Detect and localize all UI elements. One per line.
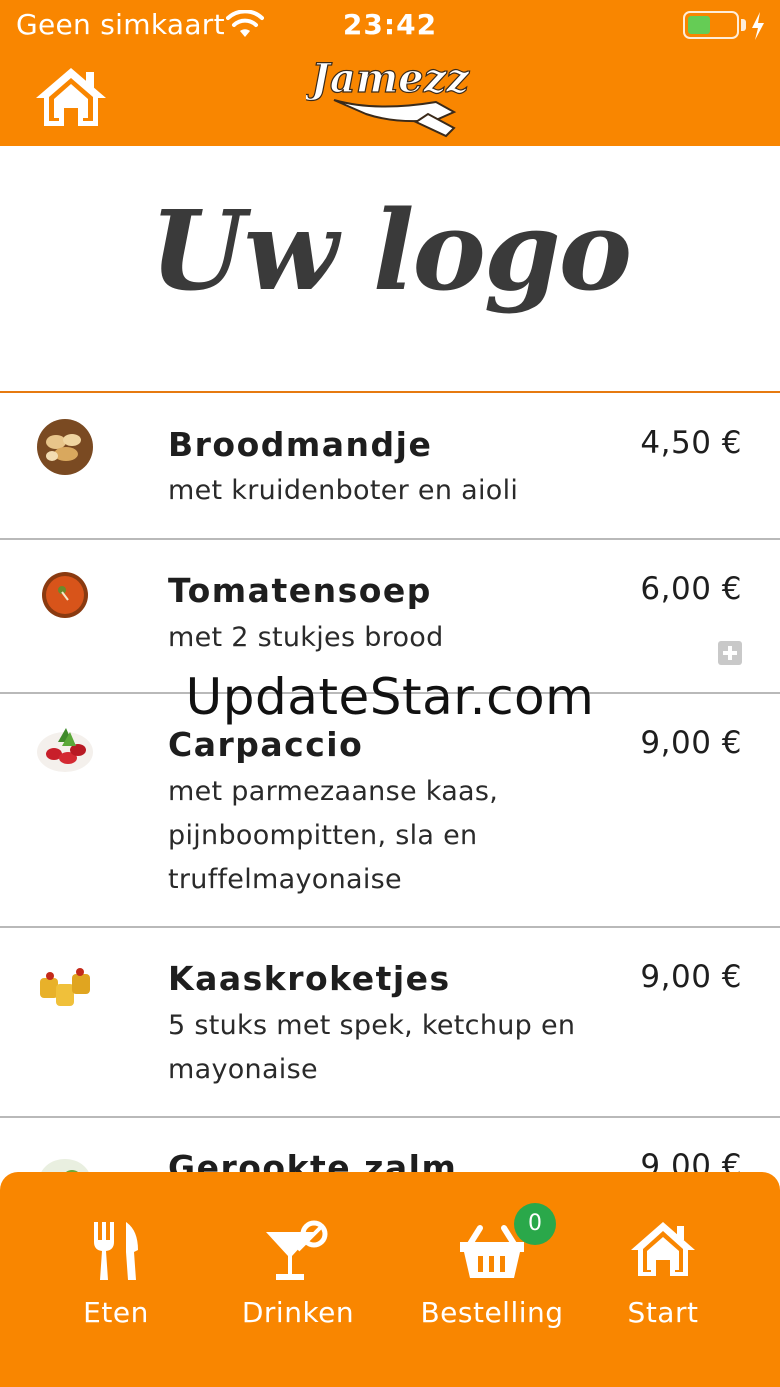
bread-basket-image [37, 419, 93, 475]
item-price: 4,50 € [640, 425, 742, 461]
tab-start[interactable]: Start [612, 1220, 714, 1330]
item-price: 6,00 € [640, 571, 742, 607]
watermark: UpdateStar.com [185, 668, 595, 726]
fork-knife-icon [94, 1222, 138, 1280]
tab-label: Bestelling [420, 1296, 564, 1329]
home-icon [631, 1222, 695, 1276]
cheese-croquettes-image [40, 968, 90, 1006]
item-description: 5 stuks met spek, ketchup en mayonaise [168, 1010, 576, 1085]
tab-label: Eten [83, 1296, 149, 1329]
item-name: Gerookte zalm [168, 1148, 458, 1173]
menu-list[interactable]: Broodmandje met kruidenboter en aioli 4,… [0, 393, 780, 1173]
item-price: 9,00 € [640, 725, 742, 761]
menu-item[interactable]: Broodmandje met kruidenboter en aioli 4,… [0, 393, 780, 540]
tab-eten[interactable]: Eten [55, 1220, 177, 1330]
item-description: met 2 stukjes brood [168, 622, 444, 653]
battery-cap [741, 19, 746, 31]
item-name: Broodmandje [168, 425, 433, 464]
charging-bolt-icon [752, 12, 764, 40]
menu-item[interactable]: Carpaccio met parmezaanse kaas, pijnboom… [0, 694, 780, 928]
svg-text:Jamezz: Jamezz [306, 55, 470, 102]
restaurant-logo-area: Uw logo [0, 146, 780, 392]
item-description: met kruidenboter en aioli [168, 475, 519, 506]
bottom-tab-bar: Eten Drinken Bestelling Start [0, 1172, 780, 1387]
item-name: Tomatensoep [168, 571, 432, 610]
tab-label: Drinken [241, 1296, 355, 1329]
tab-drinken[interactable]: Drinken [236, 1220, 360, 1330]
app-header: Geen simkaart 23:42 Jamezz [0, 0, 780, 146]
add-options-button[interactable] [718, 641, 742, 665]
tomato-soup-image [42, 572, 88, 618]
cocktail-icon [266, 1220, 328, 1280]
menu-item[interactable]: Kaaskroketjes 5 stuks met spek, ketchup … [0, 928, 780, 1118]
smoked-salmon-image [40, 1159, 90, 1173]
carpaccio-image [37, 728, 93, 772]
clock: 23:42 [342, 8, 438, 41]
home-button[interactable] [34, 66, 108, 128]
menu-item[interactable]: Gerookte zalm 9,00 € [0, 1118, 780, 1173]
item-price: 9,00 € [640, 959, 742, 995]
item-name: Carpaccio [168, 725, 364, 764]
battery-icon [683, 11, 739, 39]
brand-logo-graphic: Jamezz [303, 54, 471, 138]
item-name: Kaaskroketjes [168, 959, 451, 998]
status-bar: Geen simkaart 23:42 [0, 0, 780, 52]
battery-level [688, 16, 710, 34]
tab-label: Start [627, 1296, 699, 1329]
cart-count-badge: 0 [514, 1203, 556, 1245]
item-price: 9,00 € [640, 1148, 742, 1173]
restaurant-logo: Uw logo [149, 186, 632, 315]
item-description: met parmezaanse kaas, pijnboompitten, sl… [168, 776, 499, 895]
brand-logo: Jamezz [303, 50, 476, 146]
